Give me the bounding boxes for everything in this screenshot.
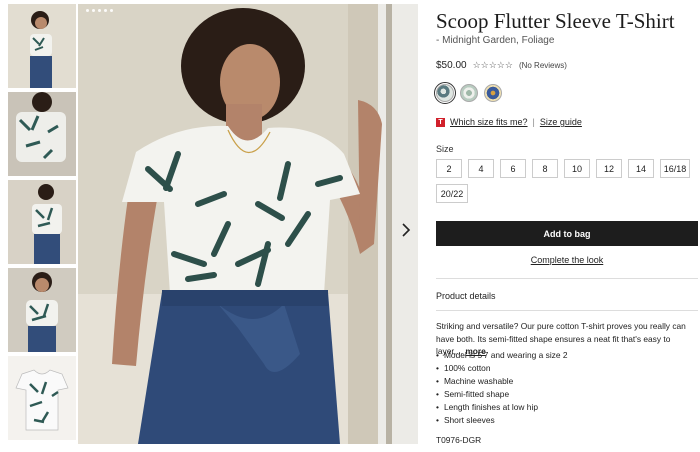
reviews-count[interactable]: (No Reviews) xyxy=(519,61,567,70)
list-item: Machine washable xyxy=(436,375,698,388)
product-color-name: - Midnight Garden, Foliage xyxy=(436,35,555,46)
size-option-8[interactable]: 8 xyxy=(532,159,558,178)
gallery-dot[interactable] xyxy=(98,9,101,12)
product-price: $50.00 xyxy=(436,60,467,71)
size-option-20-22[interactable]: 20/22 xyxy=(436,184,468,203)
divider xyxy=(436,310,698,311)
size-option-10[interactable]: 10 xyxy=(564,159,590,178)
size-guide-link[interactable]: Size guide xyxy=(540,117,582,127)
size-option-12[interactable]: 12 xyxy=(596,159,622,178)
thumbnail-2[interactable] xyxy=(8,92,76,176)
size-label: Size xyxy=(436,144,454,154)
product-details-heading[interactable]: Product details xyxy=(436,291,496,301)
which-size-link[interactable]: Which size fits me? xyxy=(450,117,528,127)
add-to-bag-button[interactable]: Add to bag xyxy=(436,221,698,246)
size-option-2[interactable]: 2 xyxy=(436,159,462,178)
main-product-image xyxy=(78,4,418,444)
chevron-right-icon xyxy=(402,223,411,237)
size-help-row: T Which size fits me? | Size guide xyxy=(436,117,582,127)
thumbnail-5[interactable] xyxy=(8,356,76,440)
gallery-dots xyxy=(86,9,113,12)
complete-the-look-link: Complete the look xyxy=(436,255,698,265)
thumbnail-1[interactable] xyxy=(8,4,76,88)
color-swatch-foliage[interactable] xyxy=(434,82,456,104)
price-row: $50.00 ☆☆☆☆☆ (No Reviews) xyxy=(436,60,567,71)
product-details-panel: Scoop Flutter Sleeve T-Shirt - Midnight … xyxy=(419,0,700,452)
gallery-dot[interactable] xyxy=(92,9,95,12)
size-option-16-18[interactable]: 16/18 xyxy=(660,159,690,178)
list-item: Model is 5'7 and wearing a size 2 xyxy=(436,349,698,362)
rating-stars-icon[interactable]: ☆☆☆☆☆ xyxy=(473,60,513,71)
color-swatches xyxy=(434,82,502,104)
gallery-dot[interactable] xyxy=(104,9,107,12)
separator: | xyxy=(532,117,535,127)
product-title: Scoop Flutter Sleeve T-Shirt xyxy=(436,9,675,33)
list-item: 100% cotton xyxy=(436,362,698,375)
size-option-4[interactable]: 4 xyxy=(468,159,494,178)
model-photo xyxy=(78,4,418,444)
color-swatch-3[interactable] xyxy=(484,84,502,102)
list-item: Semi-fitted shape xyxy=(436,388,698,401)
list-item: Short sleeves xyxy=(436,414,698,427)
gallery-dot[interactable] xyxy=(86,9,89,12)
next-image-button[interactable] xyxy=(398,218,414,242)
fit-predictor-icon: T xyxy=(436,117,445,127)
color-swatch-2[interactable] xyxy=(460,84,478,102)
divider xyxy=(436,278,698,279)
gallery-dot[interactable] xyxy=(110,9,113,12)
thumbnail-3[interactable] xyxy=(8,180,76,264)
size-option-6[interactable]: 6 xyxy=(500,159,526,178)
product-sku: T0976-DGR xyxy=(436,435,482,445)
size-option-14[interactable]: 14 xyxy=(628,159,654,178)
list-item: Length finishes at low hip xyxy=(436,401,698,414)
complete-the-look-label[interactable]: Complete the look xyxy=(531,255,604,265)
product-features-list: Model is 5'7 and wearing a size 2 100% c… xyxy=(436,349,698,426)
thumbnail-4[interactable] xyxy=(8,268,76,352)
